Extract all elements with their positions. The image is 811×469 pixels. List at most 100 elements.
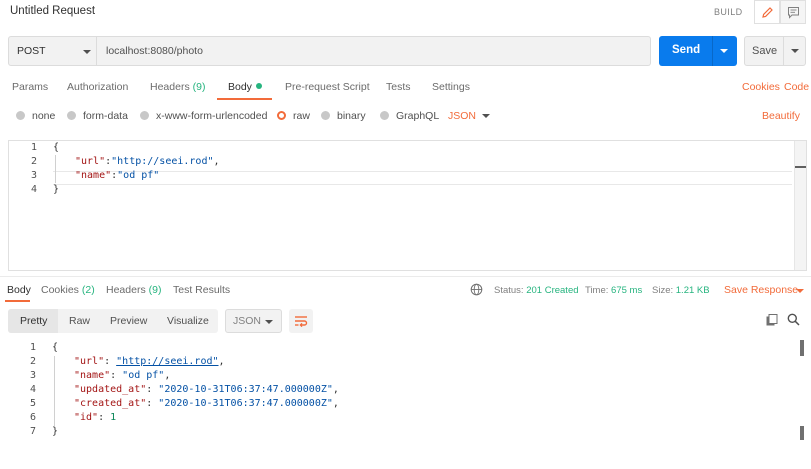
search-icon[interactable] [787, 313, 800, 326]
globe-icon[interactable] [470, 283, 483, 296]
line-number: 3 [30, 170, 37, 181]
size-value: 1.21 KB [675, 285, 710, 296]
code-line: "id": 1 [74, 412, 117, 423]
code-line: "name":"od pf" [75, 170, 160, 181]
line-number: 5 [29, 398, 36, 409]
comments-button[interactable] [780, 0, 806, 24]
wrap-lines-button[interactable] [289, 309, 313, 333]
radio-x-www-form-urlencoded[interactable]: x-www-form-urlencoded [140, 110, 267, 122]
radio-binary[interactable]: binary [321, 110, 366, 122]
size-label: Size: [652, 285, 674, 296]
view-mode-segmented-control: Pretty Raw Preview Visualize [8, 309, 218, 333]
tab-headers-label: Headers [150, 81, 190, 93]
scroll-marker [795, 166, 806, 168]
indent-guide [55, 155, 56, 183]
chevron-down-icon [796, 289, 804, 293]
line-number: 4 [30, 184, 37, 195]
section-divider [0, 276, 811, 277]
tab-body[interactable]: Body [228, 81, 262, 93]
radio-circle-icon [67, 111, 76, 120]
url-value: localhost:8080/photo [106, 45, 203, 57]
save-button[interactable]: Save [744, 36, 806, 66]
line-number: 4 [29, 384, 36, 395]
method-value: POST [17, 45, 46, 57]
response-tab-body[interactable]: Body [7, 284, 31, 296]
radio-none-label: none [32, 110, 56, 122]
send-label: Send [672, 44, 701, 56]
code-line: "created_at": "2020-10-31T06:37:47.00000… [74, 398, 339, 409]
code-line: "url":"http://seei.rod", [75, 156, 220, 167]
copy-icon[interactable] [766, 314, 778, 326]
send-options-chevron-icon[interactable] [720, 49, 728, 53]
tab-settings[interactable]: Settings [432, 81, 470, 93]
response-tab-cookies[interactable]: Cookies (2) [41, 284, 95, 296]
url-input[interactable]: localhost:8080/photo [97, 36, 651, 66]
wrap-lines-icon [295, 316, 308, 327]
response-body-viewer[interactable]: 1 2 3 4 5 6 7 { "url": "http://seei.rod"… [8, 340, 807, 469]
time-value: 675 ms [611, 285, 643, 296]
body-format-select[interactable]: JSON [448, 110, 490, 122]
response-tab-cookies-count: (2) [81, 284, 95, 296]
comment-icon [788, 7, 799, 19]
tab-headers-count: (9) [192, 81, 206, 93]
radio-circle-icon [380, 111, 389, 120]
response-tab-test-results[interactable]: Test Results [173, 284, 230, 296]
indent-guide [54, 356, 55, 426]
chevron-down-icon [83, 50, 91, 54]
radio-raw-label: raw [293, 110, 310, 122]
response-active-tab-underline [5, 300, 30, 302]
request-body-editor[interactable]: 1 2 3 4 { "url":"http://seei.rod", "name… [8, 140, 807, 271]
tab-authorization[interactable]: Authorization [67, 81, 128, 93]
save-options-chevron-icon[interactable] [791, 49, 799, 53]
tab-tests[interactable]: Tests [386, 81, 411, 93]
tab-body-label: Body [228, 81, 252, 93]
code-line: } [53, 184, 60, 195]
radio-circle-icon [321, 111, 330, 120]
response-format-select[interactable]: JSON [225, 309, 282, 333]
response-tab-headers-count: (9) [148, 284, 162, 296]
chevron-down-icon [265, 320, 273, 324]
title-bar: Untitled Request BUILD [0, 0, 811, 26]
response-scrollbar-marker [800, 426, 804, 440]
editor-scrollbar[interactable] [794, 141, 806, 270]
beautify-link[interactable]: Beautify [762, 110, 800, 122]
body-format-value: JSON [448, 110, 477, 122]
send-divider [712, 36, 713, 66]
tab-pre-request-script[interactable]: Pre-request Script [285, 81, 370, 93]
view-mode-pretty[interactable]: Pretty [20, 315, 47, 327]
radio-form-data-label: form-data [83, 110, 128, 122]
time-label: Time: [585, 285, 609, 296]
radio-graphql[interactable]: GraphQL [380, 110, 439, 122]
line-number: 2 [29, 356, 36, 367]
view-mode-visualize[interactable]: Visualize [167, 315, 209, 327]
line-number: 7 [29, 426, 36, 437]
line-number: 1 [30, 142, 37, 153]
pencil-icon [762, 7, 773, 18]
code-line: { [52, 342, 59, 353]
current-line-highlight [53, 171, 792, 185]
status-info: Status: 201 Created [494, 285, 579, 296]
send-button[interactable]: Send [659, 36, 737, 66]
tab-params[interactable]: Params [12, 81, 48, 93]
radio-selected-icon [277, 111, 286, 120]
radio-form-data[interactable]: form-data [67, 110, 128, 122]
response-tab-headers[interactable]: Headers (9) [106, 284, 161, 296]
edit-button[interactable] [754, 0, 780, 24]
tab-headers[interactable]: Headers (9) [150, 81, 205, 93]
response-scrollbar-thumb[interactable] [800, 340, 804, 356]
code-link[interactable]: Code [784, 81, 809, 93]
line-number: 1 [29, 342, 36, 353]
radio-none[interactable]: none [16, 110, 55, 122]
radio-raw[interactable]: raw [277, 110, 310, 122]
code-line: } [52, 426, 59, 437]
save-response-button[interactable]: Save Response [724, 284, 804, 296]
cookies-link[interactable]: Cookies [742, 81, 780, 93]
request-title[interactable]: Untitled Request [10, 5, 95, 17]
method-select[interactable]: POST [8, 36, 97, 66]
url-link[interactable]: "http://seei.rod" [116, 356, 218, 367]
build-mode-label[interactable]: BUILD [714, 7, 743, 17]
view-mode-preview[interactable]: Preview [110, 315, 147, 327]
radio-binary-label: binary [337, 110, 366, 122]
body-indicator-dot [255, 83, 262, 89]
view-mode-raw[interactable]: Raw [69, 315, 90, 327]
